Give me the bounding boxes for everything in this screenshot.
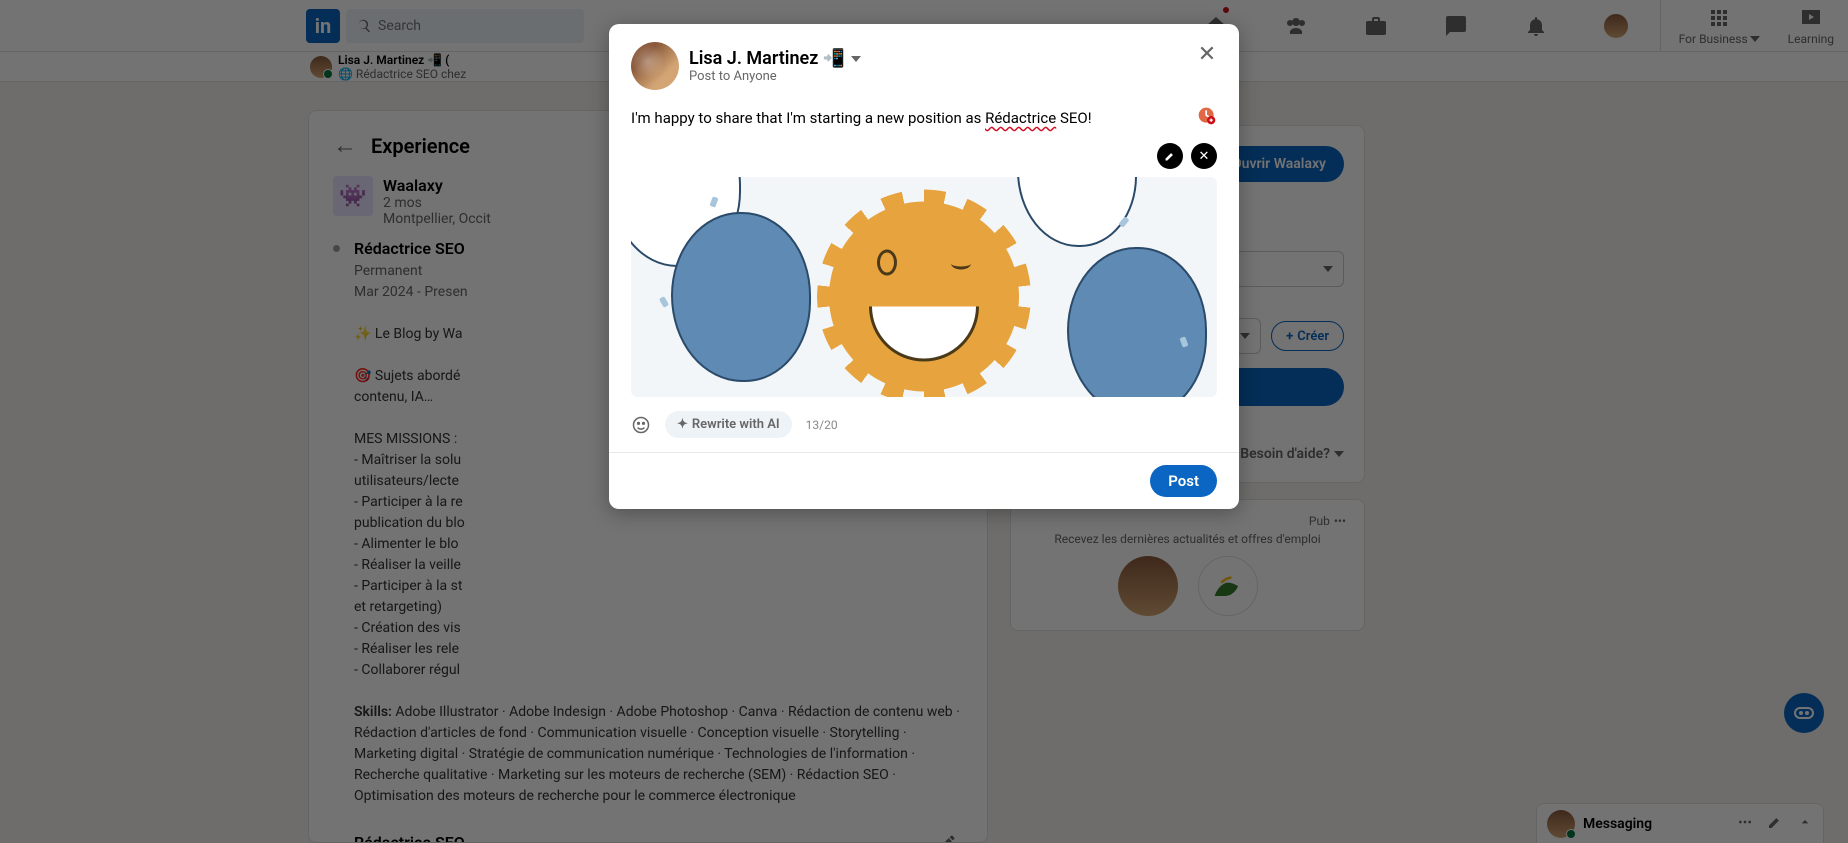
remove-media-button[interactable]: ✕ [1191,143,1217,169]
word-counter: 13/20 [806,418,838,432]
audience-label[interactable]: Post to Anyone [689,69,861,84]
post-composer-modal: Lisa J. Martinez 📲 Post to Anyone ✕ I'm … [609,24,1239,509]
author-selector[interactable]: Lisa J. Martinez 📲 [689,48,861,69]
close-button[interactable]: ✕ [1191,38,1223,70]
rewrite-with-ai-button[interactable]: ✦Rewrite with AI [665,411,792,438]
post-text-editor[interactable]: I'm happy to share that I'm starting a n… [631,108,1217,129]
post-button[interactable]: Post [1150,465,1217,497]
schedule-badge-icon[interactable] [1197,106,1217,126]
celebration-image [631,177,1217,397]
author-name: Lisa J. Martinez 📲 [689,48,845,69]
avatar[interactable] [631,42,679,90]
emoji-icon[interactable] [631,415,651,435]
edit-media-button[interactable] [1157,143,1183,169]
